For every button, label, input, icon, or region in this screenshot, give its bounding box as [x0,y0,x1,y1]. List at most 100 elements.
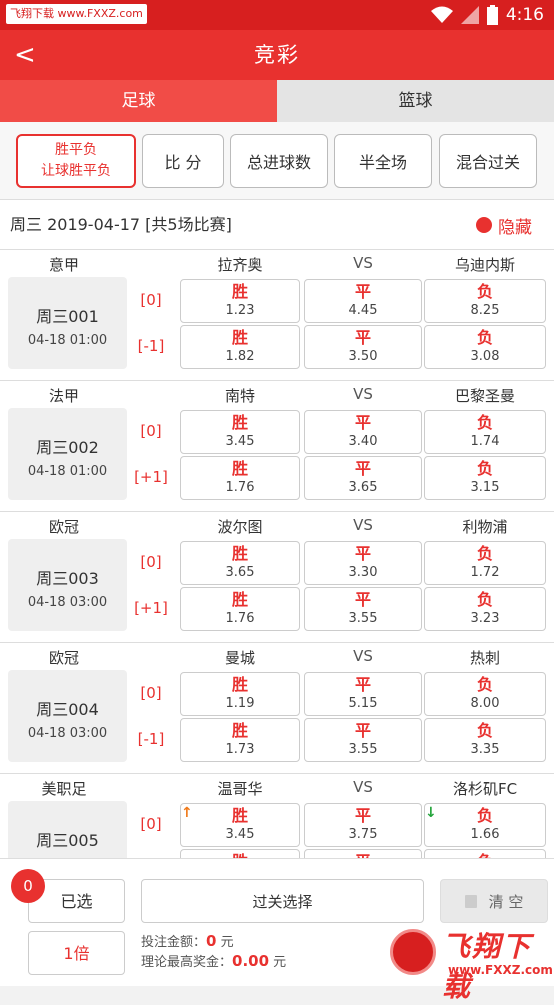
match-info: 周三005 04-18 10:00 [8,801,127,858]
odds-value: 3.75 [348,827,378,842]
odds-value: 3.65 [348,480,378,495]
match-time: 04-18 01:00 [27,333,108,348]
odds-lose-cell[interactable]: 负 3.35 [424,718,546,762]
odds-result-label: 平 [354,721,371,740]
league-name: 欧冠 [48,649,79,667]
odds-value: 3.55 [348,742,378,757]
status-bar: 飞翔下载 www.FXXZ.com 4:16 [0,0,554,30]
handicap-label: [0] [140,684,162,702]
match-code: 周三002 [36,438,99,457]
odds-win-cell[interactable]: 胜 1.82 [180,325,300,369]
handicap-label: [0] [140,553,162,571]
odds-lose-cell[interactable]: 负 [424,849,546,858]
odds-result-label: 胜 [231,590,248,609]
odds-draw-cell[interactable]: 平 3.30 [304,541,422,585]
odds-value: 1.76 [225,611,255,626]
play-type-score[interactable]: 比 分 [142,134,224,188]
odds-lose-cell[interactable]: 负 8.25 [424,279,546,323]
odds-draw-cell[interactable]: 平 [304,849,422,858]
odds-draw-cell[interactable]: 平 3.40 [304,410,422,454]
play-type-mixed-pass[interactable]: 混合过关 [439,134,537,188]
odds-lose-cell[interactable]: 负 3.23 [424,587,546,631]
vs-label: VS [353,516,373,534]
odds-result-label: 胜 [231,806,248,825]
odds-value: 3.45 [225,827,255,842]
odds-draw-cell[interactable]: 平 3.50 [304,325,422,369]
handicap-label: [-1] [137,337,165,355]
arrow-down-icon: ↓ [425,805,437,821]
watermark-logo-icon [390,929,436,975]
odds-result-label: 平 [354,806,371,825]
tab-football[interactable]: 足球 [0,80,277,122]
odds-value: 3.30 [348,565,378,580]
odds-win-cell[interactable]: 胜 [180,849,300,858]
match-row: 美职足 温哥华 VS 洛杉矶FC 周三005 04-18 10:00 [0] ↑ 胜 3… [0,774,554,858]
odds-value: 3.35 [470,742,500,757]
play-type-bar: 胜平负 让球胜平负 比 分 总进球数 半全场 混合过关 [0,122,554,200]
match-row: 法甲 南特 VS 巴黎圣曼 周三002 04-18 01:00 [0] 胜 3.45 … [0,381,554,512]
handicap-label: [0] [140,815,162,833]
odds-win-cell[interactable]: 胜 1.19 [180,672,300,716]
odds-value: 1.74 [470,434,500,449]
signal-icon [460,6,479,24]
odds-lose-cell[interactable]: 负 3.15 [424,456,546,500]
odds-lose-cell[interactable]: 负 1.74 [424,410,546,454]
bet-amount-unit: 元 [220,935,234,950]
away-team: 巴黎圣曼 [454,387,515,405]
odds-win-cell[interactable]: 胜 1.76 [180,456,300,500]
odds-draw-cell[interactable]: 平 3.65 [304,456,422,500]
odds-value: 8.25 [470,303,500,318]
odds-result-label: 负 [476,806,493,825]
league-name: 欧冠 [48,518,79,536]
tab-basketball[interactable]: 篮球 [277,80,554,122]
odds-lose-cell[interactable]: 负 8.00 [424,672,546,716]
odds-result-label: 平 [354,282,371,301]
handicap-label: [0] [140,422,162,440]
vs-label: VS [353,254,373,272]
play-type-total-goals[interactable]: 总进球数 [230,134,328,188]
play-type-half-full[interactable]: 半全场 [334,134,432,188]
odds-result-label: 胜 [231,282,248,301]
odds-lose-cell[interactable]: 负 1.72 [424,541,546,585]
odds-lose-cell[interactable]: 负 3.08 [424,325,546,369]
max-prize-unit: 元 [273,955,287,970]
odds-win-cell[interactable]: ↑ 胜 3.45 [180,803,300,847]
odds-win-cell[interactable]: 胜 1.23 [180,279,300,323]
odds-draw-cell[interactable]: 平 4.45 [304,279,422,323]
odds-win-cell[interactable]: 胜 1.73 [180,718,300,762]
home-team: 曼城 [224,649,255,667]
match-info: 周三004 04-18 03:00 [8,670,127,762]
match-time: 04-18 03:00 [27,595,108,610]
away-team: 洛杉矶FC [452,780,518,798]
play-type-win-draw-lose[interactable]: 胜平负 让球胜平负 [16,134,136,188]
battery-icon [486,5,498,25]
league-name: 美职足 [41,780,87,798]
watermark-url: www.FXXZ.com [448,963,553,977]
match-time: 04-18 03:00 [27,726,108,741]
trash-icon [464,895,477,908]
match-code: 周三001 [36,307,99,326]
odds-draw-cell[interactable]: 平 3.55 [304,587,422,631]
odds-value: 3.50 [348,349,378,364]
odds-win-cell[interactable]: 胜 3.45 [180,410,300,454]
odds-win-cell[interactable]: 胜 3.65 [180,541,300,585]
odds-draw-cell[interactable]: 平 5.15 [304,672,422,716]
pass-select-button[interactable]: 过关选择 [141,879,424,923]
hide-button[interactable]: 隐藏 [476,214,532,238]
odds-result-label: 胜 [231,544,248,563]
bet-amount-label: 投注金额： [141,935,207,950]
match-row: 意甲 拉齐奥 VS 乌迪内斯 周三001 04-18 01:00 [0] 胜 1.23… [0,250,554,381]
odds-result-label: 平 [354,328,371,347]
multiplier-button[interactable]: 1倍 [28,931,125,975]
match-list: 意甲 拉齐奥 VS 乌迪内斯 周三001 04-18 01:00 [0] 胜 1.23… [0,250,554,858]
odds-draw-cell[interactable]: 平 3.55 [304,718,422,762]
odds-result-label: 负 [476,413,493,432]
handicap-label: [-1] [137,730,165,748]
odds-win-cell[interactable]: 胜 1.76 [180,587,300,631]
date-label: 周三 2019-04-17 [共5场比赛] [10,215,232,234]
odds-lose-cell[interactable]: ↓ 负 1.66 [424,803,546,847]
clear-button[interactable]: 清 空 [440,879,548,923]
home-team: 拉齐奥 [217,256,263,274]
odds-draw-cell[interactable]: 平 3.75 [304,803,422,847]
odds-result-label: 负 [476,544,493,563]
